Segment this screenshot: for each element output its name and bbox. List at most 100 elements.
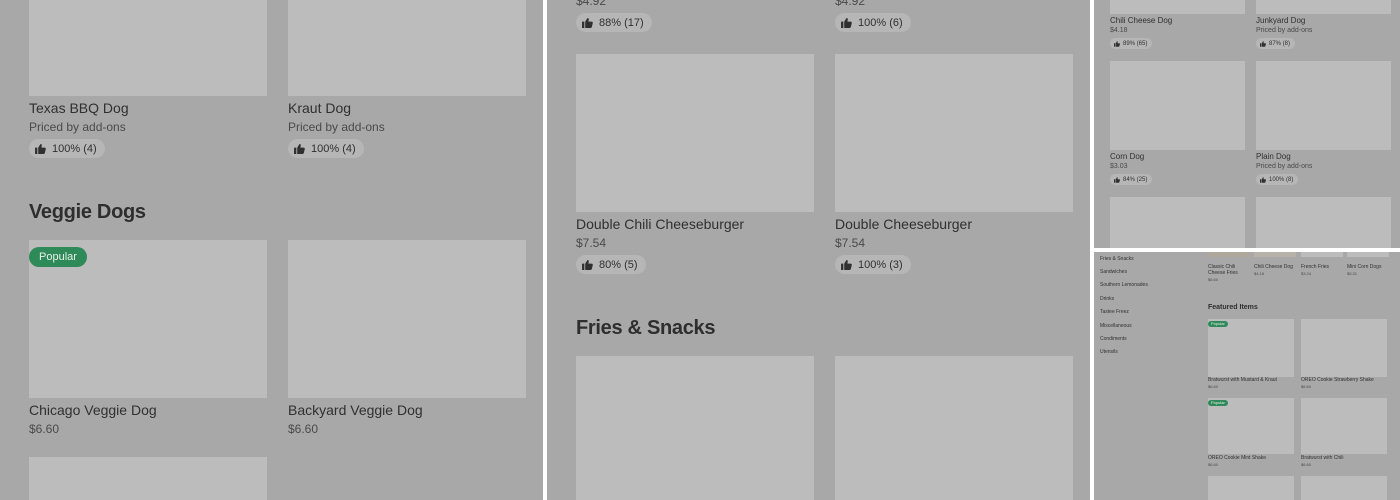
item-image[interactable] xyxy=(1208,252,1250,257)
item-image[interactable] xyxy=(1301,398,1387,454)
item-name[interactable]: OREO Cookie Mint Shake xyxy=(1208,455,1266,461)
rating-text: 88% (17) xyxy=(599,16,644,29)
item-name[interactable]: Bratwurst with Mustard & Kraut xyxy=(1208,377,1277,383)
item-price: $4.18 xyxy=(1254,271,1265,276)
sidebar-item[interactable]: Sandwiches xyxy=(1100,269,1127,275)
item-name[interactable]: OREO Cookie Strawberry Shake xyxy=(1301,377,1374,383)
rating-text: 87% (8) xyxy=(1269,40,1291,47)
thumbs-up-icon xyxy=(1114,40,1120,47)
item-price: Priced by add-ons xyxy=(1256,27,1313,34)
item-image[interactable] xyxy=(1110,0,1245,14)
item-price: Priced by add-ons xyxy=(288,120,385,134)
rating-text: 100% (4) xyxy=(52,142,97,155)
item-name[interactable]: Backyard Veggie Dog xyxy=(288,402,423,418)
item-image[interactable] xyxy=(1208,398,1294,454)
rating-badge: 84% (25) xyxy=(1110,174,1153,185)
thumbs-up-icon xyxy=(1260,40,1266,47)
item-image[interactable] xyxy=(1254,252,1296,257)
item-price: $6.60 xyxy=(1208,384,1219,389)
item-image[interactable] xyxy=(576,356,814,500)
sidebar-item[interactable]: Utensils xyxy=(1100,349,1118,355)
item-name[interactable]: Chili Cheese Dog xyxy=(1254,264,1293,270)
thumbs-up-icon xyxy=(841,259,852,270)
item-image[interactable] xyxy=(1256,197,1391,248)
sidebar-item[interactable]: Miscellaneous xyxy=(1100,323,1132,329)
item-price: $6.60 xyxy=(29,422,60,436)
rating-badge: 100% (6) xyxy=(835,13,911,32)
thumbs-up-icon xyxy=(1114,176,1120,183)
item-name[interactable]: Chicago Veggie Dog xyxy=(29,402,157,418)
item-name[interactable]: Junkyard Dog xyxy=(1256,16,1305,25)
thumbs-up-icon xyxy=(582,17,593,28)
item-image[interactable] xyxy=(1301,476,1387,500)
item-name[interactable]: Chili Cheese Dog xyxy=(1110,16,1172,25)
thumbs-up-icon xyxy=(1260,176,1266,183)
sidebar-item[interactable]: Tastee Freez xyxy=(1100,309,1129,315)
item-name[interactable]: Classic Chili Cheese Fries xyxy=(1208,264,1250,276)
rating-badge: 100% (4) xyxy=(288,139,364,158)
item-name[interactable]: Mini Corn Dogs xyxy=(1347,264,1381,270)
item-price: $7.54 xyxy=(835,236,866,250)
item-price: $6.60 xyxy=(1208,277,1219,282)
sidebar-item[interactable]: Condiments xyxy=(1100,336,1127,342)
item-image[interactable] xyxy=(288,0,526,96)
rating-text: 89% (65) xyxy=(1123,40,1148,47)
item-price: Priced by add-ons xyxy=(29,120,126,134)
item-image[interactable] xyxy=(1208,319,1294,377)
section-title: Veggie Dogs xyxy=(29,201,146,223)
thumbs-up-icon xyxy=(841,17,852,28)
item-price: $6.60 xyxy=(288,422,319,436)
item-image[interactable] xyxy=(1347,252,1389,257)
rating-badge: 88% (17) xyxy=(576,13,652,32)
thumbs-up-icon xyxy=(582,259,593,270)
item-image[interactable] xyxy=(29,0,267,96)
item-image[interactable] xyxy=(1301,319,1387,377)
item-price: $4.92 xyxy=(576,0,607,8)
sidebar-item[interactable]: Fries & Snacks xyxy=(1100,256,1134,262)
rating-badge: 100% (4) xyxy=(29,139,105,158)
section-title: Fries & Snacks xyxy=(576,317,716,339)
item-name[interactable]: Kraut Dog xyxy=(288,100,351,116)
rating-badge: 80% (5) xyxy=(576,255,646,274)
item-image[interactable] xyxy=(1256,0,1391,14)
rating-text: 100% (6) xyxy=(858,16,903,29)
menu-panel-overview: Fries & Snacks Sandwiches Southern Lemon… xyxy=(1094,252,1400,500)
item-name[interactable]: French Fries xyxy=(1301,264,1329,270)
item-name[interactable]: Double Chili Cheeseburger xyxy=(576,216,744,232)
rating-text: 100% (8) xyxy=(1269,176,1294,183)
menu-panel-burgers: $4.92 88% (17) $4.92 100% (6) Double Chi… xyxy=(547,0,1090,500)
rating-badge: 100% (8) xyxy=(1256,174,1299,185)
rating-badge: 89% (65) xyxy=(1110,38,1153,49)
menu-panel-dogs-small: Chili Cheese Dog $4.18 89% (65) Junkyard… xyxy=(1094,0,1400,248)
menu-panel-hot-dogs: Texas BBQ Dog Priced by add-ons 100% (4)… xyxy=(0,0,543,500)
item-price: $6.60 xyxy=(1301,462,1312,467)
item-name[interactable]: Double Cheeseburger xyxy=(835,216,972,232)
item-image[interactable] xyxy=(1256,61,1391,150)
item-image[interactable] xyxy=(835,54,1073,212)
popular-badge: Popular xyxy=(1208,321,1228,327)
item-image[interactable] xyxy=(29,457,267,500)
item-price: $3.03 xyxy=(1110,163,1128,170)
item-image[interactable] xyxy=(1110,61,1245,150)
item-name[interactable]: Bratwurst with Chili xyxy=(1301,455,1344,461)
item-image[interactable] xyxy=(288,240,526,398)
item-image[interactable] xyxy=(835,356,1073,500)
item-price: $5.31 xyxy=(1347,271,1358,276)
rating-text: 84% (25) xyxy=(1123,176,1148,183)
sidebar-item[interactable]: Southern Lemonades xyxy=(1100,282,1148,288)
item-image[interactable] xyxy=(1208,476,1294,500)
item-name[interactable]: Corn Dog xyxy=(1110,152,1144,161)
item-name[interactable]: Texas BBQ Dog xyxy=(29,100,129,116)
sidebar-item[interactable]: Drinks xyxy=(1100,296,1114,302)
rating-text: 100% (4) xyxy=(311,142,356,155)
item-price: $4.18 xyxy=(1110,27,1128,34)
rating-badge: 100% (3) xyxy=(835,255,911,274)
item-image[interactable] xyxy=(576,54,814,212)
item-image[interactable] xyxy=(1110,197,1245,248)
item-price: $3.24 xyxy=(1301,271,1312,276)
item-image[interactable] xyxy=(1301,252,1343,257)
item-price: $6.60 xyxy=(1208,462,1219,467)
item-name[interactable]: Plain Dog xyxy=(1256,152,1291,161)
item-price: $6.60 xyxy=(1301,384,1312,389)
thumbs-up-icon xyxy=(294,143,305,154)
